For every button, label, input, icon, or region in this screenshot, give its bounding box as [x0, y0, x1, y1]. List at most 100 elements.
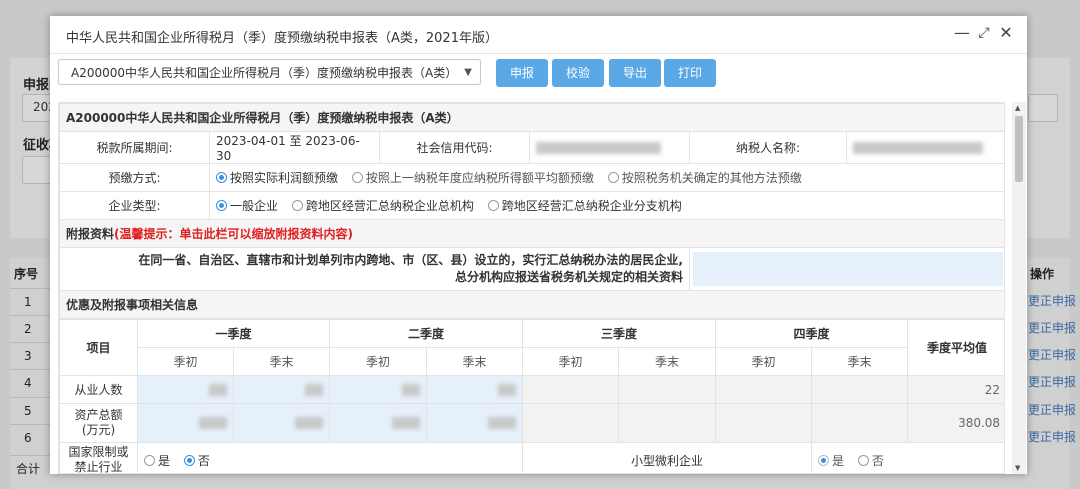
prepay-label: 预缴方式:	[59, 163, 210, 192]
prepay-option-average[interactable]: 按照上一纳税年度应纳税所得额平均额预缴	[351, 171, 594, 185]
col-item-header: 项目	[59, 319, 138, 376]
bg-correct-link[interactable]: 更正申报	[1028, 369, 1078, 396]
attachment-section-header[interactable]: 附报资料(温馨提示：单击此栏可以缩放附报资料内容)	[59, 219, 1004, 248]
assets-input[interactable]	[137, 403, 234, 443]
enterprise-option-general[interactable]: 一般企业	[216, 199, 278, 213]
radio-icon	[351, 172, 363, 183]
attachment-tip: (温馨提示：单击此栏可以缩放附报资料内容)	[114, 227, 353, 241]
staff-input[interactable]	[232, 375, 331, 404]
radio-icon	[487, 200, 499, 211]
sub-col-start: 季初	[329, 347, 428, 376]
bg-row: 5	[10, 397, 50, 424]
sub-col-start: 季初	[137, 347, 234, 376]
declaration-dialog: 中华人民共和国企业所得税月（季）度预缴纳税申报表（A类，2021年版） — ⤢ …	[50, 16, 1027, 474]
radio-icon	[144, 454, 155, 466]
small-no: 否	[857, 454, 884, 468]
period-value: 2023-04-01 至 2023-06-30	[209, 131, 380, 164]
bg-row: 2	[10, 315, 50, 342]
declare-button[interactable]: 申报	[496, 59, 548, 87]
maximize-icon[interactable]: ⤢	[975, 24, 993, 42]
content-scrollbar[interactable]: ▲ ▼	[1012, 102, 1026, 474]
enterprise-option-branch[interactable]: 跨地区经营汇总纳税企业分支机构	[487, 199, 682, 213]
sub-col-start: 季初	[522, 347, 620, 376]
form-heading: A200000中华人民共和国企业所得税月（季）度预缴纳税申报表（A类）	[59, 103, 1004, 132]
close-icon[interactable]: ✕	[997, 24, 1015, 42]
assets-input[interactable]	[329, 403, 428, 443]
sub-col-end: 季末	[618, 347, 717, 376]
assets-input	[618, 403, 717, 443]
enterprise-option-head[interactable]: 跨地区经营汇总纳税企业总机构	[291, 199, 474, 213]
dialog-header: 中华人民共和国企业所得税月（季）度预缴纳税申报表（A类，2021年版） — ⤢ …	[50, 16, 1027, 54]
row-restricted-label: 国家限制或 禁止行业	[59, 442, 138, 473]
restricted-options: 是 否	[136, 442, 524, 473]
enterprise-type-options: 一般企业 跨地区经营汇总纳税企业总机构 跨地区经营汇总纳税企业分支机构	[208, 191, 1004, 220]
assets-input[interactable]	[232, 403, 331, 443]
restricted-no[interactable]: 否	[183, 454, 210, 468]
quarterly-table: 项目 一季度 二季度 三季度 四季度 季度平均值 季初 季末 季初 季末 季初 …	[59, 319, 1004, 473]
credit-code-value	[529, 131, 690, 164]
minimize-icon[interactable]: —	[953, 24, 971, 42]
bg-col-seq: 序号	[14, 267, 39, 281]
attachment-input[interactable]	[693, 252, 1004, 286]
quarter-header: 二季度	[329, 319, 524, 348]
print-button[interactable]: 打印	[664, 59, 716, 87]
credit-code-label: 社会信用代码:	[379, 131, 530, 164]
row-assets-label: 资产总额 (万元)	[59, 403, 138, 443]
assets-input	[522, 403, 620, 443]
sub-col-end: 季末	[426, 347, 524, 376]
attachment-description: 在同一省、自治区、直辖市和计划单列市内跨地、市（区、县）设立的，实行汇总纳税办法…	[59, 247, 690, 291]
staff-input	[618, 375, 717, 404]
restricted-yes[interactable]: 是	[144, 454, 170, 468]
scrollbar-thumb[interactable]	[1015, 116, 1023, 182]
bg-row: 1	[10, 288, 50, 315]
attachment-input-cell	[688, 247, 1004, 291]
basic-info-table: A200000中华人民共和国企业所得税月（季）度预缴纳税申报表（A类） 税款所属…	[59, 103, 1004, 319]
bg-row: 3	[10, 342, 50, 369]
staff-input	[811, 375, 909, 404]
bg-correct-link[interactable]: 更正申报	[1028, 342, 1078, 369]
prepay-options: 按照实际利润额预缴 按照上一纳税年度应纳税所得额平均额预缴 按照税务机关确定的其…	[208, 163, 1004, 192]
staff-input	[715, 375, 813, 404]
bg-total-row: 合计	[10, 455, 50, 482]
verify-button[interactable]: 校验	[552, 59, 604, 87]
bg-row: 4	[10, 369, 50, 396]
radio-icon	[857, 454, 869, 466]
staff-input	[522, 375, 620, 404]
row-staff-label: 从业人数	[59, 375, 138, 404]
assets-input[interactable]	[426, 403, 524, 443]
scroll-down-icon[interactable]: ▼	[1015, 464, 1020, 472]
bg-correct-link[interactable]: 更正申报	[1028, 424, 1078, 451]
form-type-select[interactable]: A200000中华人民共和国企业所得税月（季）度预缴纳税申报表（A类） ▼	[58, 59, 481, 85]
prepay-option-actual[interactable]: 按照实际利润额预缴	[216, 171, 338, 185]
radio-icon	[291, 200, 303, 211]
period-label: 税款所属期间:	[59, 131, 210, 164]
assets-input	[715, 403, 813, 443]
sub-col-start: 季初	[715, 347, 813, 376]
staff-average: 22	[907, 375, 1004, 404]
small-enterprise-label: 小型微利企业	[522, 442, 813, 473]
enterprise-type-label: 企业类型:	[59, 191, 210, 220]
bg-correct-link[interactable]: 更正申报	[1028, 288, 1078, 315]
assets-average: 380.08	[907, 403, 1004, 443]
taxpayer-name-value	[845, 131, 1004, 164]
bg-right-input[interactable]	[1028, 94, 1058, 122]
quarter-header: 四季度	[715, 319, 909, 348]
bg-correct-link[interactable]: 更正申报	[1028, 397, 1078, 424]
bg-correct-link[interactable]: 更正申报	[1028, 315, 1078, 342]
sub-col-end: 季末	[811, 347, 909, 376]
taxpayer-name-label: 纳税人名称:	[689, 131, 847, 164]
scroll-up-icon[interactable]: ▲	[1015, 104, 1020, 112]
export-button[interactable]: 导出	[609, 59, 661, 87]
dialog-title: 中华人民共和国企业所得税月（季）度预缴纳税申报表（A类，2021年版）	[66, 31, 498, 46]
sub-col-end: 季末	[232, 347, 331, 376]
radio-checked-icon	[216, 172, 227, 183]
dialog-toolbar: A200000中华人民共和国企业所得税月（季）度预缴纳税申报表（A类） ▼ 申报…	[50, 54, 1027, 94]
staff-input[interactable]	[426, 375, 524, 404]
form-type-select-value: A200000中华人民共和国企业所得税月（季）度预缴纳税申报表（A类）	[71, 66, 458, 80]
radio-checked-icon	[216, 200, 227, 211]
staff-input[interactable]	[137, 375, 234, 404]
bg-col-op: 操作	[1030, 267, 1055, 281]
prepay-option-other[interactable]: 按照税务机关确定的其他方法预缴	[607, 171, 802, 185]
bg-row: 6	[10, 424, 50, 451]
staff-input[interactable]	[329, 375, 428, 404]
